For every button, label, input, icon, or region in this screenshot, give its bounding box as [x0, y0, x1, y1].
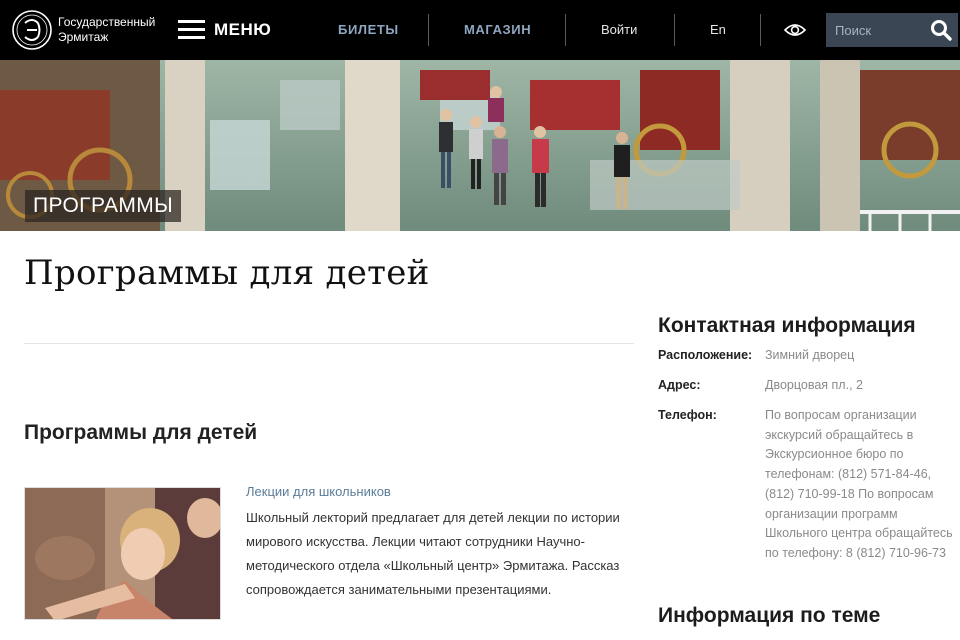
nav-tickets-link[interactable]: БИЛЕТЫ	[338, 0, 399, 60]
menu-button[interactable]: МЕНЮ	[178, 16, 271, 44]
program-card-image[interactable]	[24, 487, 221, 620]
location-value: Зимний дворец	[765, 348, 855, 362]
page-title: Программы для детей	[24, 253, 430, 293]
hermitage-logo-icon[interactable]	[10, 6, 54, 54]
hero-banner-image: ПРОГРАММЫ	[0, 60, 960, 231]
search-icon	[931, 20, 952, 41]
program-card-link[interactable]: Лекции для школьников	[246, 484, 391, 499]
address-label: Адрес:	[658, 378, 701, 392]
search-button[interactable]	[924, 13, 958, 47]
nav-divider	[760, 14, 761, 46]
nav-divider	[674, 14, 675, 46]
nav-divider	[565, 14, 566, 46]
top-navigation-bar: Государственный Эрмитаж МЕНЮ БИЛЕТЫ МАГА…	[0, 0, 960, 60]
logo-line-2: Эрмитаж	[58, 30, 109, 44]
nav-divider	[428, 14, 429, 46]
hamburger-icon	[178, 20, 205, 40]
eye-icon[interactable]	[783, 21, 807, 39]
search-input[interactable]	[826, 13, 924, 47]
contact-info-title: Контактная информация	[658, 314, 916, 337]
address-value: Дворцовая пл., 2	[765, 378, 863, 392]
phone-label: Телефон:	[658, 408, 717, 422]
program-card-description: Школьный лекторий предлагает для детей л…	[246, 510, 620, 597]
nav-shop-link[interactable]: МАГАЗИН	[464, 0, 531, 60]
menu-label: МЕНЮ	[214, 20, 272, 39]
language-switch-link[interactable]: En	[710, 0, 726, 60]
logo-line-1: Государственный	[58, 15, 156, 29]
logo-title[interactable]: Государственный Эрмитаж	[58, 15, 155, 45]
section-title: Программы для детей	[24, 421, 258, 444]
content-divider	[24, 343, 634, 344]
section-badge: ПРОГРАММЫ	[25, 190, 182, 222]
nav-login-link[interactable]: Войти	[601, 0, 637, 60]
phone-value: По вопросам организации экскурсий обраща…	[765, 408, 953, 560]
related-info-title: Информация по теме	[658, 604, 881, 627]
location-label: Расположение:	[658, 348, 753, 362]
